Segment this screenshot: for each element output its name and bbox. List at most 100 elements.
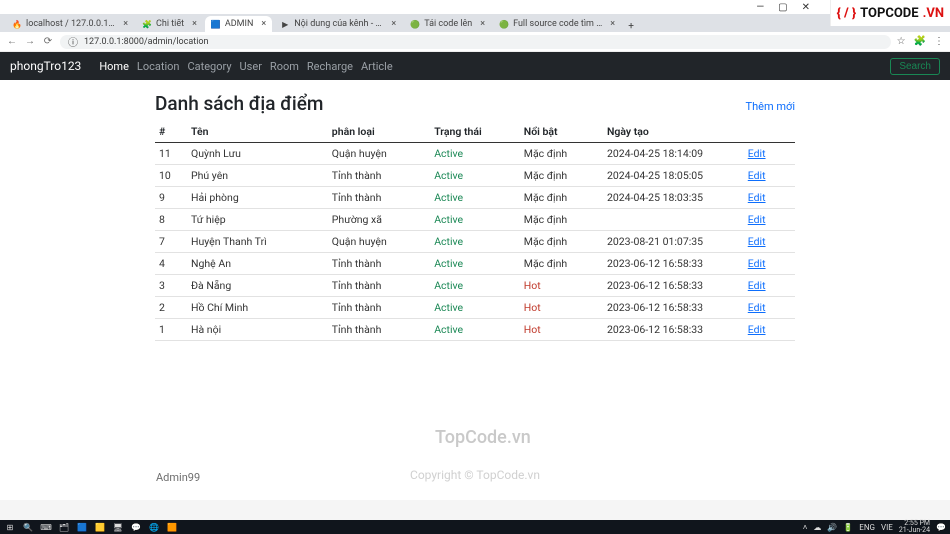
browser-tab[interactable]: 🟢Tải code lên× <box>404 16 491 32</box>
nav-link-category[interactable]: Category <box>187 60 231 73</box>
tray-icon[interactable]: ˄ <box>803 523 808 532</box>
location-table: #Tênphân loạiTrạng tháiNổi bậtNgày tạo 1… <box>155 121 795 341</box>
site-info-icon[interactable]: ⓘ <box>68 34 78 49</box>
tab-close-icon[interactable]: × <box>123 19 128 29</box>
cell-type: Quận huyện <box>328 231 430 253</box>
tab-title: Chi tiết <box>156 19 184 29</box>
tab-close-icon[interactable]: × <box>192 19 197 29</box>
brandmark-braces-icon: { / } <box>837 6 857 21</box>
cell-status: Active <box>430 187 520 209</box>
edit-link[interactable]: Edit <box>748 301 766 314</box>
cell-name: Hồ Chí Minh <box>187 297 328 319</box>
cell-status: Active <box>430 275 520 297</box>
cell-created: 2024-04-25 18:03:35 <box>603 187 744 209</box>
browser-tab[interactable]: 🔥localhost / 127.0.0.1 / seri_pho× <box>6 16 134 32</box>
taskbar-app-icon[interactable]: 🟧 <box>166 521 178 533</box>
cell-id: 7 <box>155 231 187 253</box>
window-close-button[interactable]: ✕ <box>802 2 810 13</box>
url-text: 127.0.0.1:8000/admin/location <box>84 37 883 47</box>
column-header: Nổi bật <box>520 121 603 143</box>
tab-title: Nội dung của kênh - YouTube … <box>294 19 383 29</box>
column-header: # <box>155 121 187 143</box>
cell-type: Tỉnh thành <box>328 187 430 209</box>
edit-link[interactable]: Edit <box>748 235 766 248</box>
cell-type: Tỉnh thành <box>328 275 430 297</box>
nav-link-room[interactable]: Room <box>270 60 299 73</box>
browser-tab[interactable]: 🟢Full source code tìm kiếm phò…× <box>493 16 621 32</box>
forward-button[interactable]: → <box>24 36 36 47</box>
edit-link[interactable]: Edit <box>748 147 766 160</box>
extensions-icon[interactable]: 🧩 <box>914 36 926 47</box>
edit-link[interactable]: Edit <box>748 213 766 226</box>
browser-tab[interactable]: 🧩 Chi tiết × <box>136 16 203 32</box>
nav-link-user[interactable]: User <box>240 60 262 73</box>
cell-status: Active <box>430 231 520 253</box>
start-button-icon[interactable]: ⊞ <box>4 521 16 533</box>
nav-link-location[interactable]: Location <box>137 60 180 73</box>
edit-link[interactable]: Edit <box>748 257 766 270</box>
cell-id: 11 <box>155 143 187 165</box>
cell-name: Đà Nẵng <box>187 275 328 297</box>
window-maximize-button[interactable]: ▢ <box>778 2 787 13</box>
taskbar-clock[interactable]: 2:55 PM21-Jun-24 <box>899 520 930 534</box>
edit-link[interactable]: Edit <box>748 169 766 182</box>
table-row: 9Hải phòngTỉnh thànhActiveMặc định2024-0… <box>155 187 795 209</box>
add-new-link[interactable]: Thêm mới <box>746 100 795 113</box>
notifications-icon[interactable]: 💬 <box>936 523 946 532</box>
browser-menu-icon[interactable]: ⋮ <box>934 36 944 47</box>
cell-name: Tứ hiệp <box>187 209 328 231</box>
reload-button[interactable]: ⟳ <box>42 36 54 47</box>
cell-actions: Edit <box>744 253 795 275</box>
tray-icon[interactable]: VIE <box>881 523 893 532</box>
taskbar-app-icon[interactable]: 🟨 <box>94 521 106 533</box>
taskbar-app-icon[interactable]: 🟦 <box>76 521 88 533</box>
taskbar-app-icon[interactable]: 🌐 <box>148 521 160 533</box>
window-minimize-button[interactable]: — <box>756 2 764 13</box>
tray-icon[interactable]: 🔋 <box>843 523 853 532</box>
bookmark-star-icon[interactable]: ☆ <box>897 36 906 47</box>
nav-link-recharge[interactable]: Recharge <box>307 60 353 73</box>
nav-link-article[interactable]: Article <box>361 60 393 73</box>
back-button[interactable]: ← <box>6 36 18 47</box>
nav-link-home[interactable]: Home <box>99 60 129 73</box>
tab-favicon-icon: 🟢 <box>499 19 509 29</box>
cell-created: 2024-04-25 18:05:05 <box>603 165 744 187</box>
cell-created: 2023-06-12 16:58:33 <box>603 319 744 341</box>
edit-link[interactable]: Edit <box>748 323 766 336</box>
edit-link[interactable]: Edit <box>748 279 766 292</box>
edit-link[interactable]: Edit <box>748 191 766 204</box>
cell-type: Tỉnh thành <box>328 165 430 187</box>
tab-close-icon[interactable]: × <box>610 19 615 29</box>
taskbar-app-icon[interactable]: 🔍 <box>22 521 34 533</box>
cell-actions: Edit <box>744 319 795 341</box>
cell-created: 2023-06-12 16:58:33 <box>603 253 744 275</box>
tab-close-icon[interactable]: × <box>391 19 396 29</box>
taskbar-app-icon[interactable]: 🗂 <box>58 521 70 533</box>
tab-favicon-icon: 🟦 <box>211 19 221 29</box>
taskbar-app-icon[interactable]: 💬 <box>130 521 142 533</box>
cell-id: 2 <box>155 297 187 319</box>
browser-tab[interactable]: ▶Nội dung của kênh - YouTube …× <box>274 16 402 32</box>
taskbar-app-icon[interactable]: 🖥 <box>112 521 124 533</box>
browser-tab[interactable]: 🟦ADMIN× <box>205 16 272 32</box>
tab-close-icon[interactable]: × <box>261 19 266 29</box>
cell-created: 2024-04-25 18:14:09 <box>603 143 744 165</box>
new-tab-button[interactable]: + <box>623 21 639 32</box>
tray-icon[interactable]: ENG <box>859 523 875 532</box>
omnibox[interactable]: ⓘ 127.0.0.1:8000/admin/location <box>60 35 891 49</box>
cell-featured: Hot <box>520 319 603 341</box>
tray-icon[interactable]: ☁ <box>813 523 821 532</box>
topcode-watermark: { / } TOPCODE.VN <box>830 0 950 26</box>
app-navbar: phongTro123 Home Location Category User Room… <box>0 52 950 80</box>
tab-favicon-icon: 🧩 <box>142 19 152 29</box>
column-header: Trạng thái <box>430 121 520 143</box>
windows-taskbar: ⊞ 🔍 ⌨ 🗂 🟦 🟨 🖥 💬 🌐 🟧 ˄ ☁ 🔊 🔋 ENG VIE 2:55 PM21-Jun-24 💬 <box>0 520 950 534</box>
tray-icon[interactable]: 🔊 <box>827 523 837 532</box>
app-brand[interactable]: phongTro123 <box>10 59 81 73</box>
table-row: 10Phú yênTỉnh thànhActiveMặc định2024-04… <box>155 165 795 187</box>
search-button[interactable]: Search <box>890 58 940 75</box>
tab-close-icon[interactable]: × <box>480 19 485 29</box>
taskbar-app-icon[interactable]: ⌨ <box>40 521 52 533</box>
cell-created: 2023-08-21 01:07:35 <box>603 231 744 253</box>
cell-type: Phường xã <box>328 209 430 231</box>
